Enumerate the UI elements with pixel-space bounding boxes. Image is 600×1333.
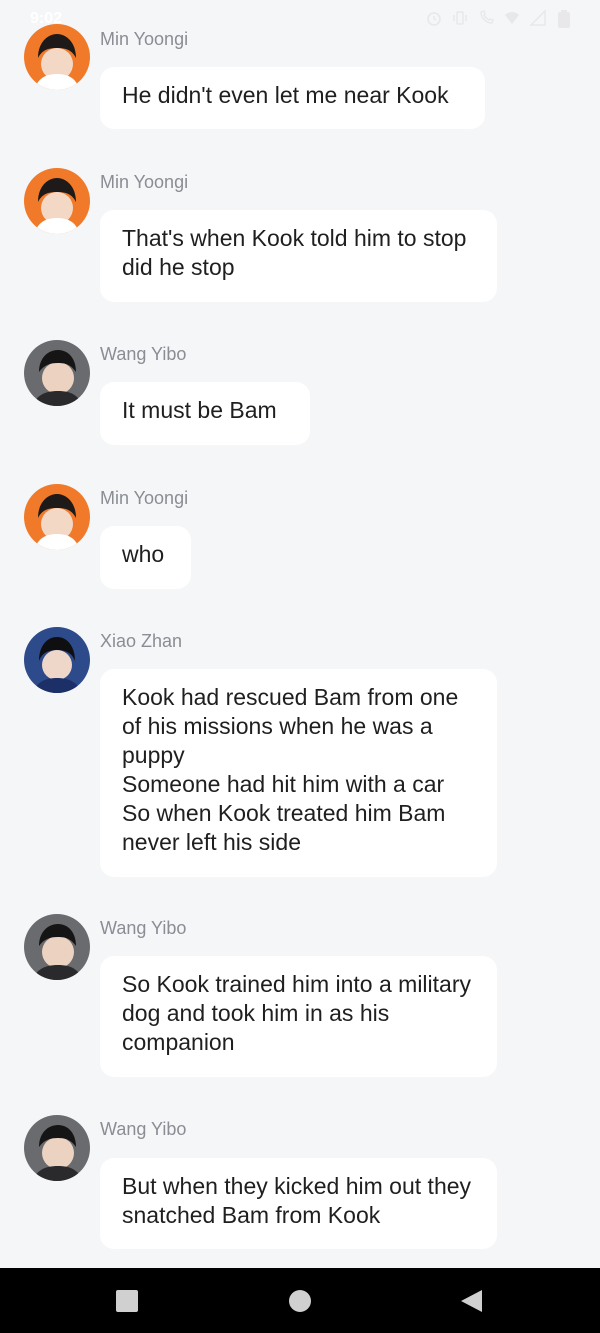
sender-name: Wang Yibo <box>100 344 187 364</box>
avatar-min-yoongi[interactable] <box>24 168 90 234</box>
sender-name: Xiao Zhan <box>100 631 183 651</box>
avatar-min-yoongi[interactable] <box>24 24 90 90</box>
chat-list[interactable]: Min Yoongi He didn't even let me near Ko… <box>0 0 600 1268</box>
sender-name: Min Yoongi <box>100 488 189 508</box>
message-bubble[interactable]: Kook had rescued Bam from one of his mis… <box>100 669 497 877</box>
message-bubble[interactable]: But when they kicked him out they snatch… <box>100 1158 497 1249</box>
avatar-wang-yibo[interactable] <box>24 914 90 980</box>
navigation-bar <box>0 1268 600 1333</box>
avatar-xiao-zhan[interactable] <box>24 627 90 693</box>
sender-name: Wang Yibo <box>100 918 187 938</box>
back-triangle-icon[interactable] <box>458 1288 484 1314</box>
avatar-wang-yibo[interactable] <box>24 1115 90 1181</box>
message-bubble[interactable]: He didn't even let me near Kook <box>100 67 485 129</box>
sender-name: Wang Yibo <box>100 1119 187 1139</box>
avatar-min-yoongi[interactable] <box>24 484 90 550</box>
recents-square-icon[interactable] <box>114 1288 140 1314</box>
avatar-wang-yibo[interactable] <box>24 340 90 406</box>
sender-name: Min Yoongi <box>100 172 189 192</box>
message-bubble[interactable]: It must be Bam <box>100 382 310 445</box>
message-bubble[interactable]: That's when Kook told him to stop did he… <box>100 210 497 302</box>
message-bubble[interactable]: who <box>100 526 191 589</box>
message-bubble[interactable]: So Kook trained him into a military dog … <box>100 956 497 1077</box>
home-circle-icon[interactable] <box>287 1288 313 1314</box>
sender-name: Min Yoongi <box>100 29 189 49</box>
